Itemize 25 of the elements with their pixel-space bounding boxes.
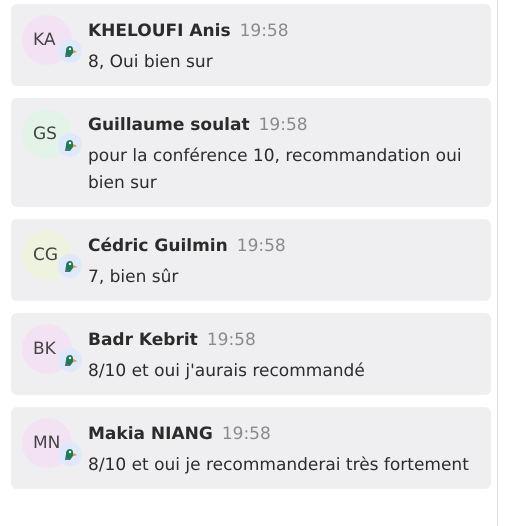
author-name: Cédric Guilmin [88, 235, 228, 258]
message-text: 7, bien sûr [88, 266, 180, 289]
timestamp: 19:58 [240, 20, 289, 43]
message-text: pour la conférence 10, recommandation oui bien sur [88, 145, 463, 195]
duck-icon [62, 352, 78, 368]
timestamp: 19:58 [206, 329, 256, 352]
author-name: Guillaume soulat [88, 114, 250, 137]
duck-icon [62, 137, 78, 153]
duck-icon [62, 258, 78, 274]
avatar: KA [22, 15, 72, 65]
message-text: 8, Oui bien sur [88, 51, 214, 74]
avatar: BK [22, 324, 72, 374]
duck-icon [62, 446, 78, 462]
message-text: 8/10 et oui j'aurais recommandé [88, 360, 366, 383]
author-name: Badr Kebrit [88, 329, 198, 352]
avatar: GS [22, 109, 72, 159]
author-name: KHELOUFI Anis [88, 20, 231, 43]
timestamp: 19:58 [236, 235, 286, 258]
author-name: Makia NIANG [88, 423, 213, 446]
avatar: CG [22, 230, 72, 280]
timestamp: 19:58 [258, 114, 308, 137]
avatar: MN [22, 418, 72, 468]
timestamp: 19:58 [222, 423, 271, 446]
message-text: 8/10 et oui je recommanderai très fortement [88, 454, 470, 477]
duck-icon [62, 43, 78, 59]
